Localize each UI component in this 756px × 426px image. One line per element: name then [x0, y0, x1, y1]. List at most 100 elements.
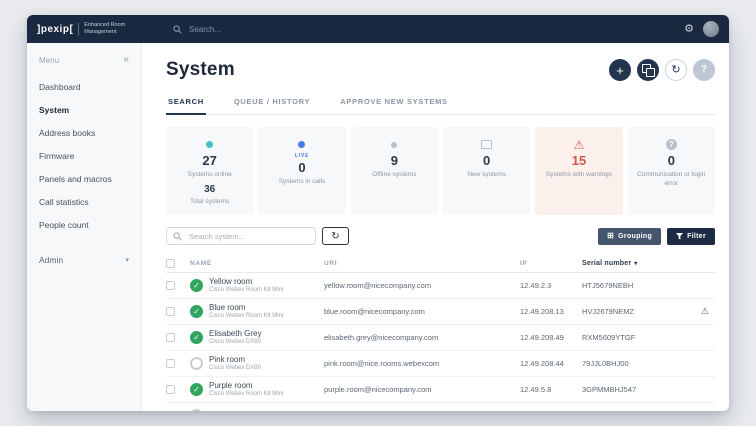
- sidebar-item-panels-and-macros[interactable]: Panels and macros: [27, 167, 141, 190]
- tab-label: QUEUE / HISTORY: [233, 97, 311, 106]
- table-search[interactable]: [166, 227, 316, 246]
- tab-label: APPROVE NEW SYSTEMS: [340, 97, 448, 106]
- tabs: SEARCH QUEUE / HISTORY APPROVE NEW SYSTE…: [166, 89, 715, 115]
- cell-uri: blue.room@nicecompany.com: [324, 307, 425, 317]
- sidebar-item-label: Address books: [39, 127, 96, 138]
- tab-approve-new-systems[interactable]: APPROVE NEW SYSTEMS: [338, 89, 449, 115]
- stat-icon: [170, 138, 249, 151]
- sidebar-nav: Dashboard System Address books Firmware: [27, 75, 141, 271]
- row-checkbox[interactable]: [166, 281, 175, 291]
- system-name: Purple room: [209, 380, 253, 390]
- main-content: System SEARCH QUEUE / HISTORY APPROVE NE…: [142, 43, 729, 411]
- stat-icon: [447, 138, 526, 151]
- stat-card-communication-or-login-error[interactable]: 0 Communication or login error: [627, 127, 715, 216]
- cell-name: Yellow room Cisco Webex Room Kit Mini: [190, 277, 324, 294]
- stat-card-offline-systems[interactable]: 9 Offline systems: [350, 127, 438, 216]
- system-name: Blue room: [209, 302, 246, 312]
- sidebar-item-call-statistics[interactable]: Call statistics: [27, 190, 141, 213]
- cell-uri: yellow.room@nicecompany.com: [324, 281, 432, 291]
- sidebar-item-address-books[interactable]: Address books: [27, 121, 141, 144]
- cell-name: Blue room Cisco Webex Room Kit Mini: [190, 303, 324, 320]
- layers-button[interactable]: [637, 59, 659, 81]
- refresh-button[interactable]: [665, 59, 687, 81]
- table-row[interactable]: Blue room Cisco Webex Room Kit Mini blue…: [166, 299, 715, 326]
- status-icon: [190, 357, 203, 371]
- settings-gear-icon[interactable]: ⚙: [684, 23, 694, 35]
- refresh-table-button[interactable]: ↻: [322, 227, 349, 246]
- row-checkbox[interactable]: [166, 307, 175, 317]
- filter-button[interactable]: Filter: [667, 227, 715, 245]
- sidebar-item-firmware[interactable]: Firmware: [27, 144, 141, 167]
- table-row[interactable]: Yellow room Cisco Webex Room Kit Mini ye…: [166, 273, 715, 300]
- stat-secondary-value: 36: [204, 184, 216, 196]
- menu-label: Menu: [39, 55, 60, 65]
- stat-card-systems-in-calls[interactable]: LIVE 0 Systems in calls: [258, 127, 346, 216]
- system-model: Cisco Webex DX80: [209, 364, 261, 371]
- product-name: Enhanced Room Management: [84, 22, 126, 35]
- cell-ip: 12.49.5.8: [520, 385, 552, 395]
- table-row[interactable]: Pink room Cisco Webex DX80 pink.room@nic…: [166, 351, 715, 378]
- sidebar-item-people-count[interactable]: People count: [27, 213, 141, 236]
- user-avatar[interactable]: [703, 21, 719, 37]
- tab-search[interactable]: SEARCH: [166, 89, 206, 115]
- status-icon: [190, 409, 203, 411]
- row-checkbox[interactable]: [166, 359, 175, 369]
- cell-uri: purple.room@nicecompany.com: [324, 385, 432, 395]
- global-search[interactable]: [173, 23, 684, 35]
- cell-name: Purple room Cisco Webex Room Kit Mini: [190, 381, 324, 398]
- stat-value: 9: [390, 153, 398, 168]
- sidebar-item-system[interactable]: System: [27, 98, 141, 121]
- stats-row: 27 Systems online 36 Total systems LIVE …: [166, 127, 715, 216]
- table-search-input[interactable]: [187, 230, 309, 242]
- cell-serial: HTJ5679NEBH: [582, 281, 634, 291]
- sidebar-item-label: Admin: [39, 254, 64, 265]
- cell-ip: 12.49.208.49: [520, 333, 564, 343]
- table-row[interactable]: Purple room Cisco Webex Room Kit Mini pu…: [166, 377, 715, 404]
- topbar: ]pexip[ Enhanced Room Management ⚙: [27, 15, 729, 43]
- grouping-button[interactable]: ⊞ Grouping: [598, 227, 662, 245]
- stat-icon: [355, 138, 434, 151]
- stat-label: Systems in calls: [278, 178, 326, 185]
- global-search-input[interactable]: [187, 23, 411, 35]
- stat-value: 0: [667, 153, 675, 168]
- table-row[interactable]: Elisabeth Grey Cisco Webex DX80 elisabet…: [166, 325, 715, 352]
- sidebar-item-admin[interactable]: Admin ▾: [27, 248, 141, 271]
- stat-label: Systems with warnings: [545, 171, 613, 178]
- app-window: ]pexip[ Enhanced Room Management ⚙ Menu: [27, 15, 729, 411]
- stat-icon: [539, 138, 618, 151]
- stat-card-systems-online[interactable]: 27 Systems online 36 Total systems: [166, 127, 254, 216]
- column-header-ip[interactable]: IP: [520, 260, 582, 267]
- select-all-checkbox[interactable]: [166, 259, 175, 269]
- system-model: Cisco Webex Room Kit Mini: [209, 390, 284, 397]
- column-header-uri[interactable]: URI: [324, 260, 520, 267]
- cell-serial: RXM5609YTGF: [582, 333, 636, 343]
- row-checkbox[interactable]: [166, 385, 175, 395]
- cell-ip: 12.49.2.3: [520, 281, 552, 291]
- sidebar-item-label: People count: [39, 219, 89, 230]
- stat-card-systems-with-warnings[interactable]: 15 Systems with warnings: [535, 127, 623, 216]
- sidebar-item-dashboard[interactable]: Dashboard: [27, 75, 141, 98]
- stat-value: 0: [298, 160, 306, 175]
- page-actions: [609, 59, 715, 81]
- column-header-name[interactable]: NAME: [190, 260, 324, 267]
- plus-button[interactable]: [609, 59, 631, 81]
- collapse-sidebar-icon[interactable]: «: [123, 55, 129, 65]
- stat-label: Offline systems: [372, 171, 417, 178]
- cell-name: Elisabeth Grey Cisco Webex DX80: [190, 329, 324, 346]
- warning-icon: ⚠: [700, 306, 709, 317]
- help-button[interactable]: [693, 59, 715, 81]
- status-icon: [190, 279, 203, 293]
- table-row[interactable]: Toby Stone toby.stone@nicecompany.com 10…: [166, 403, 715, 411]
- page-header: System: [166, 59, 715, 81]
- system-model: Cisco Webex Room Kit Mini: [209, 312, 284, 319]
- row-checkbox[interactable]: [166, 333, 175, 343]
- column-header-serial[interactable]: Serial number ▾: [582, 260, 697, 267]
- search-icon: [173, 232, 182, 241]
- sidebar-item-label: Call statistics: [39, 196, 89, 207]
- stat-card-new-systems[interactable]: 0 New systems: [442, 127, 531, 216]
- tab-queue-history[interactable]: QUEUE / HISTORY: [232, 89, 312, 115]
- pexip-logo: ]pexip[: [37, 23, 74, 35]
- live-badge: LIVE: [294, 153, 310, 159]
- cell-name: Toby Stone: [190, 409, 324, 411]
- filter-label: Filter: [687, 232, 706, 240]
